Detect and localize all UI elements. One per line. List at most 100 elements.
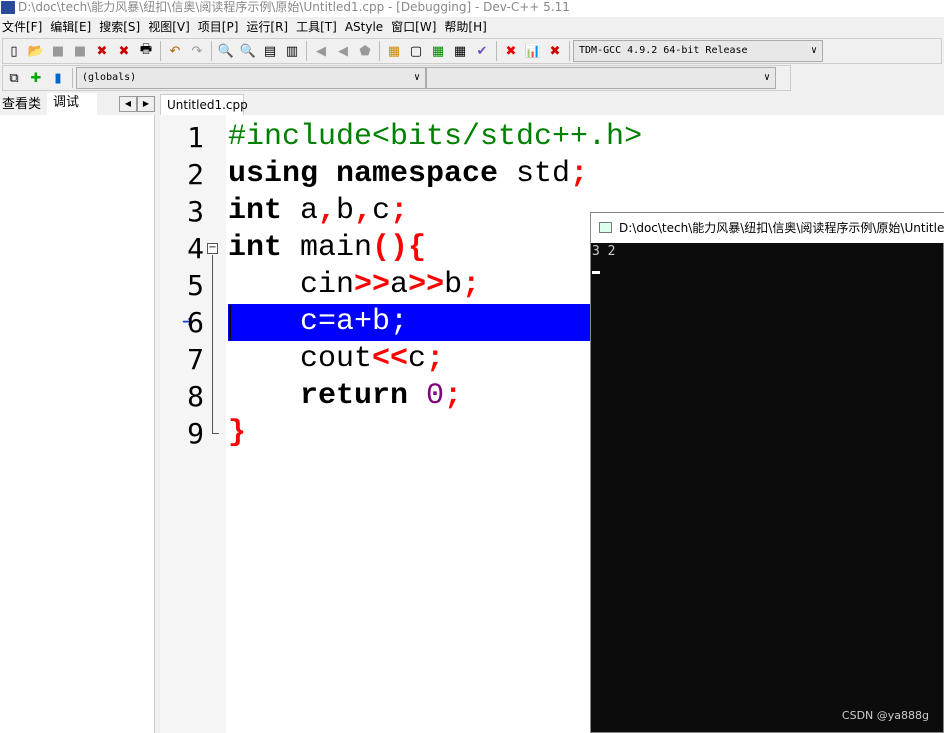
tab-scroll-right-icon[interactable]: ▶ [137, 96, 155, 112]
code-token: cout [228, 342, 373, 376]
line-number: 2 [187, 158, 204, 191]
menu-project[interactable]: 项目[P] [196, 17, 245, 37]
compiler-select[interactable]: TDM-GCC 4.9.2 64-bit Release ∨ [573, 40, 823, 62]
console-title: D:\doc\tech\能力风暴\纽扣\信奥\阅读程序示例\原始\Untitle… [591, 213, 944, 243]
class-toolbar: ⧉ ✚ ▮ (globals) ∨ ∨ [2, 65, 791, 91]
code-token: , [318, 194, 337, 228]
console-window[interactable]: D:\doc\tech\能力风暴\纽扣\信奥\阅读程序示例\原始\Untitle… [590, 212, 944, 733]
chevron-down-icon: ∨ [763, 72, 770, 83]
replace-icon[interactable]: 🔍 [239, 42, 257, 60]
rebuild-icon[interactable]: ▦ [451, 42, 469, 60]
menu-help[interactable]: 帮助[H] [442, 17, 492, 37]
code-token: c=a+b; [228, 305, 409, 339]
stop-execution-icon[interactable]: ✖ [502, 42, 520, 60]
profile-icon[interactable]: 📊 [524, 42, 542, 60]
devcpp-app-icon [1, 1, 15, 14]
compile-icon[interactable]: ▦ [385, 42, 403, 60]
scope-value: (globals) [82, 72, 137, 83]
code-token: >> [354, 268, 391, 302]
chevron-down-icon: ∨ [413, 72, 420, 83]
toolbar-separator [379, 41, 380, 61]
code-token: ; [570, 157, 589, 191]
syntax-check-icon[interactable]: ✔ [473, 42, 491, 60]
menu-view[interactable]: 视图[V] [146, 17, 196, 37]
print-icon[interactable]: 🖶 [137, 42, 155, 60]
code-token: b [444, 268, 463, 302]
fold-collapse-icon[interactable]: − [207, 243, 218, 254]
goto-bookmark-icon[interactable]: ▥ [283, 42, 301, 60]
code-line: int a,b,c; [228, 193, 408, 230]
undo-icon[interactable]: ↶ [166, 42, 184, 60]
menu-run[interactable]: 运行[R] [244, 17, 294, 37]
code-token: a [282, 194, 319, 228]
add-icon[interactable]: ✚ [27, 69, 45, 87]
run-icon[interactable]: ▢ [407, 42, 425, 60]
toolbar-separator [160, 41, 161, 61]
menu-edit[interactable]: 编辑[E] [48, 17, 97, 37]
save-all-icon[interactable]: ■ [71, 42, 89, 60]
code-line: c=a+b; [228, 304, 408, 341]
toggle-comment-icon[interactable]: ⬟ [356, 42, 374, 60]
code-token: , [354, 194, 373, 228]
open-file-icon[interactable]: 📂 [27, 42, 45, 60]
watermark: CSDN @ya888g [841, 709, 929, 722]
menu-file[interactable]: 文件[F] [0, 17, 48, 37]
fold-end [212, 433, 219, 434]
scope-select[interactable]: (globals) ∨ [76, 67, 426, 89]
code-token: >> [408, 268, 445, 302]
code-token: b [336, 194, 355, 228]
code-line: cin>>a>>b; [228, 267, 480, 304]
console-output: 3 2 [592, 244, 616, 259]
code-line: } [228, 415, 246, 452]
line-number: 4 [187, 232, 204, 265]
delete-profile-icon[interactable]: ✖ [546, 42, 564, 60]
menu-tools[interactable]: 工具[T] [294, 17, 343, 37]
compiler-value: TDM-GCC 4.9.2 64-bit Release [579, 45, 748, 56]
main-toolbar: ▯ 📂 ■ ■ ✖ ✖ 🖶 ↶ ↷ 🔍 🔍 ▤ ▥ ◀ ◀ ⬟ ▦ ▢ ▦ ▦ … [2, 38, 942, 64]
code-token: 0 [408, 379, 445, 413]
code-token: int [228, 194, 283, 228]
console-app-icon [599, 222, 612, 233]
menu-search[interactable]: 搜索[S] [97, 17, 146, 37]
code-token: } [228, 416, 247, 450]
close-file-icon[interactable]: ✖ [93, 42, 111, 60]
code-token: main [282, 231, 373, 265]
code-token: ; [390, 194, 409, 228]
indent-icon[interactable]: ◀ [312, 42, 330, 60]
find-icon[interactable]: 🔍 [217, 42, 235, 60]
chevron-down-icon: ∨ [810, 45, 817, 56]
code-line: int main(){ [228, 230, 426, 267]
line-number: 3 [187, 195, 204, 228]
tab-scroll-left-icon[interactable]: ◀ [119, 96, 137, 112]
menu-window[interactable]: 窗口[W] [389, 17, 442, 37]
goto-line-icon[interactable]: ▤ [261, 42, 279, 60]
code-line: #include<bits/stdc++.h> [228, 119, 642, 156]
unindent-icon[interactable]: ◀ [334, 42, 352, 60]
redo-icon[interactable]: ↷ [188, 42, 206, 60]
left-tab-debug[interactable]: 调试 [47, 93, 97, 115]
close-all-icon[interactable]: ✖ [115, 42, 133, 60]
toolbar-separator [496, 41, 497, 61]
line-number: 1 [187, 121, 204, 154]
line-number: 8 [187, 380, 204, 413]
line-number: 5 [187, 269, 204, 302]
console-cursor [592, 271, 600, 274]
code-token: a [390, 268, 409, 302]
toolbar-separator [211, 41, 212, 61]
editor-tab-untitled1[interactable]: Untitled1.cpp [160, 94, 248, 116]
menu-astyle[interactable]: AStyle [343, 17, 389, 37]
symbol-select[interactable]: ∨ [426, 67, 776, 89]
compile-run-icon[interactable]: ▦ [429, 42, 447, 60]
insert-icon[interactable]: ⧉ [5, 69, 23, 87]
left-tab-classes[interactable]: 查看类 [0, 95, 41, 115]
toggle-bookmark-icon[interactable]: ▮ [49, 69, 67, 87]
code-token: using namespace [228, 157, 499, 191]
save-icon[interactable]: ■ [49, 42, 67, 60]
line-number: 6 [187, 306, 204, 339]
code-line: return 0; [228, 378, 462, 415]
code-token: << [372, 342, 409, 376]
code-line: using namespace std; [228, 156, 588, 193]
toolbar-separator [72, 68, 73, 88]
code-token: #include<bits/stdc++.h> [228, 120, 643, 154]
new-file-icon[interactable]: ▯ [5, 42, 23, 60]
